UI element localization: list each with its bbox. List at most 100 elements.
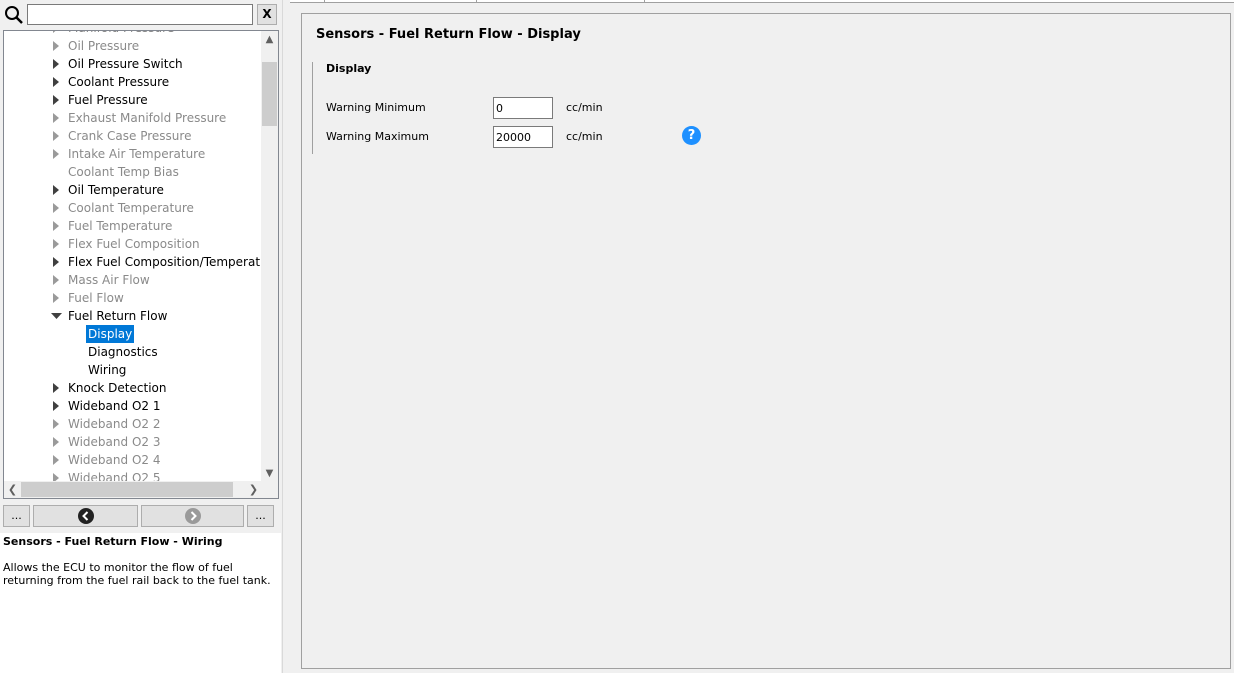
tree-item-label: Coolant Temperature xyxy=(68,201,194,215)
expand-arrow-icon[interactable] xyxy=(51,37,63,55)
expand-arrow-icon[interactable] xyxy=(51,31,63,37)
tree-child-item[interactable]: Diagnostics xyxy=(4,343,262,361)
tree-item[interactable]: Manifold Pressure xyxy=(4,31,262,37)
page-title: Sensors - Fuel Return Flow - Display xyxy=(316,27,581,42)
settings-page: Sensors - Fuel Return Flow - Display Dis… xyxy=(301,13,1231,669)
tree-item-label: Fuel Temperature xyxy=(68,219,173,233)
display-group: Display Warning Minimum cc/min Warning M… xyxy=(312,62,712,154)
warning-minimum-unit: cc/min xyxy=(566,101,603,114)
search-icon[interactable] xyxy=(4,5,24,25)
group-title: Display xyxy=(326,62,372,75)
tree-item-label: Manifold Pressure xyxy=(66,31,176,37)
expand-arrow-icon[interactable] xyxy=(51,127,63,145)
warning-minimum-label: Warning Minimum xyxy=(326,101,426,114)
tree-item[interactable]: Coolant Temp Bias xyxy=(4,163,262,181)
tree-item[interactable]: Knock Detection xyxy=(4,379,262,397)
tree-item[interactable]: Coolant Pressure xyxy=(4,73,262,91)
expand-arrow-icon[interactable] xyxy=(51,253,63,271)
tree-item[interactable]: Wideband O2 4 xyxy=(4,451,262,469)
forward-button[interactable] xyxy=(141,505,244,527)
scroll-right-icon[interactable]: ❯ xyxy=(245,481,262,498)
tree-item[interactable]: Intake Air Temperature xyxy=(4,145,262,163)
tree-item[interactable]: Mass Air Flow xyxy=(4,271,262,289)
scroll-thumb[interactable] xyxy=(262,62,277,126)
tree-item-label: Exhaust Manifold Pressure xyxy=(68,111,227,125)
tree-item[interactable]: Fuel Return Flow xyxy=(4,307,262,325)
expand-arrow-icon[interactable] xyxy=(51,415,63,433)
tree-item[interactable]: Crank Case Pressure xyxy=(4,127,262,145)
expand-arrow-icon[interactable] xyxy=(51,271,63,289)
tree-item[interactable]: Flex Fuel Composition/Temperature S xyxy=(4,253,278,271)
tree-item[interactable]: Wideband O2 2 xyxy=(4,415,262,433)
expand-arrow-icon[interactable] xyxy=(51,433,63,451)
history-navigation: ... ... xyxy=(3,505,279,527)
tree-item-label: Fuel Flow xyxy=(68,291,124,305)
expand-arrow-icon[interactable] xyxy=(51,199,63,217)
expand-arrow-icon[interactable] xyxy=(51,451,63,469)
expand-arrow-icon[interactable] xyxy=(51,145,63,163)
warning-maximum-input[interactable] xyxy=(493,126,553,148)
horizontal-scrollbar[interactable]: ❮ ❯ xyxy=(4,481,278,498)
help-question-icon[interactable]: ? xyxy=(682,126,701,145)
warning-maximum-label: Warning Maximum xyxy=(326,130,429,143)
tree-item-label: Crank Case Pressure xyxy=(68,129,192,143)
forward-arrow-icon xyxy=(184,508,201,524)
search-input[interactable] xyxy=(27,4,253,25)
help-panel: Sensors - Fuel Return Flow - Wiring Allo… xyxy=(0,533,281,673)
tree-item[interactable]: Coolant Temperature xyxy=(4,199,262,217)
tree-item-label: Wideband O2 4 xyxy=(68,453,161,467)
tree-list: Manifold Pressure Oil Pressure Oil Pressur… xyxy=(4,31,278,487)
tree-item[interactable]: Flex Fuel Composition xyxy=(4,235,262,253)
panel-splitter[interactable] xyxy=(282,0,290,673)
scroll-down-icon[interactable]: ▼ xyxy=(261,465,278,482)
expand-arrow-icon[interactable] xyxy=(51,289,63,307)
tree-item[interactable]: Fuel Flow xyxy=(4,289,262,307)
warning-minimum-input[interactable] xyxy=(493,97,553,119)
expand-arrow-icon[interactable] xyxy=(51,91,63,109)
back-button[interactable] xyxy=(33,505,138,527)
tree-item[interactable]: Wideband O2 3 xyxy=(4,433,262,451)
clear-search-button[interactable]: X xyxy=(257,4,277,25)
tree-child-item[interactable]: Display xyxy=(4,325,262,343)
scroll-up-icon[interactable]: ▲ xyxy=(261,31,278,48)
more-left-button[interactable]: ... xyxy=(3,505,30,527)
tree-item-label: Fuel Return Flow xyxy=(68,309,168,323)
help-title: Sensors - Fuel Return Flow - Wiring xyxy=(3,535,223,548)
tree-item-label: Wideband O2 1 xyxy=(68,399,161,413)
tree-item-label: Wideband O2 2 xyxy=(68,417,161,431)
tree-item-label: Display xyxy=(86,325,135,343)
tree-item-label: Diagnostics xyxy=(88,345,158,359)
navigation-panel: X Manifold Pressure Oil Pressure Oil Press… xyxy=(0,0,282,673)
scroll-left-icon[interactable]: ❮ xyxy=(4,481,21,498)
top-tab-strip xyxy=(290,0,1234,3)
tree-item[interactable]: Fuel Pressure xyxy=(4,91,262,109)
tree-item-label: Coolant Pressure xyxy=(68,75,170,89)
tree-item-label: Flex Fuel Composition/Temperature S xyxy=(68,255,279,269)
more-right-button[interactable]: ... xyxy=(247,505,274,527)
tree-item[interactable]: Wideband O2 1 xyxy=(4,397,262,415)
vertical-scrollbar[interactable]: ▲ ▼ xyxy=(261,31,278,482)
collapse-arrow-icon[interactable] xyxy=(51,307,63,325)
tree-item[interactable]: Exhaust Manifold Pressure xyxy=(4,109,262,127)
expand-arrow-icon[interactable] xyxy=(51,235,63,253)
scroll-thumb-horizontal[interactable] xyxy=(21,482,233,497)
tree-item-label: Coolant Temp Bias xyxy=(68,165,179,179)
expand-arrow-icon[interactable] xyxy=(51,73,63,91)
tree-child-item[interactable]: Wiring xyxy=(4,361,262,379)
expand-arrow-icon[interactable] xyxy=(51,397,63,415)
tree-item-label: Wideband O2 3 xyxy=(68,435,161,449)
settings-tree: Manifold Pressure Oil Pressure Oil Pressur… xyxy=(3,30,279,499)
expand-arrow-icon[interactable] xyxy=(51,217,63,235)
tree-item-label: Intake Air Temperature xyxy=(68,147,206,161)
tree-item[interactable]: Oil Pressure Switch xyxy=(4,55,262,73)
expand-arrow-icon[interactable] xyxy=(51,181,63,199)
expand-arrow-icon[interactable] xyxy=(51,379,63,397)
tree-item[interactable]: Oil Temperature xyxy=(4,181,262,199)
expand-arrow-icon[interactable] xyxy=(51,55,63,73)
tree-item[interactable]: Fuel Temperature xyxy=(4,217,262,235)
expand-arrow-icon[interactable] xyxy=(51,109,63,127)
warning-maximum-unit: cc/min xyxy=(566,130,603,143)
tree-item-label: Flex Fuel Composition xyxy=(68,237,200,251)
tree-item[interactable]: Oil Pressure xyxy=(4,37,262,55)
tree-item-label: Mass Air Flow xyxy=(68,273,150,287)
